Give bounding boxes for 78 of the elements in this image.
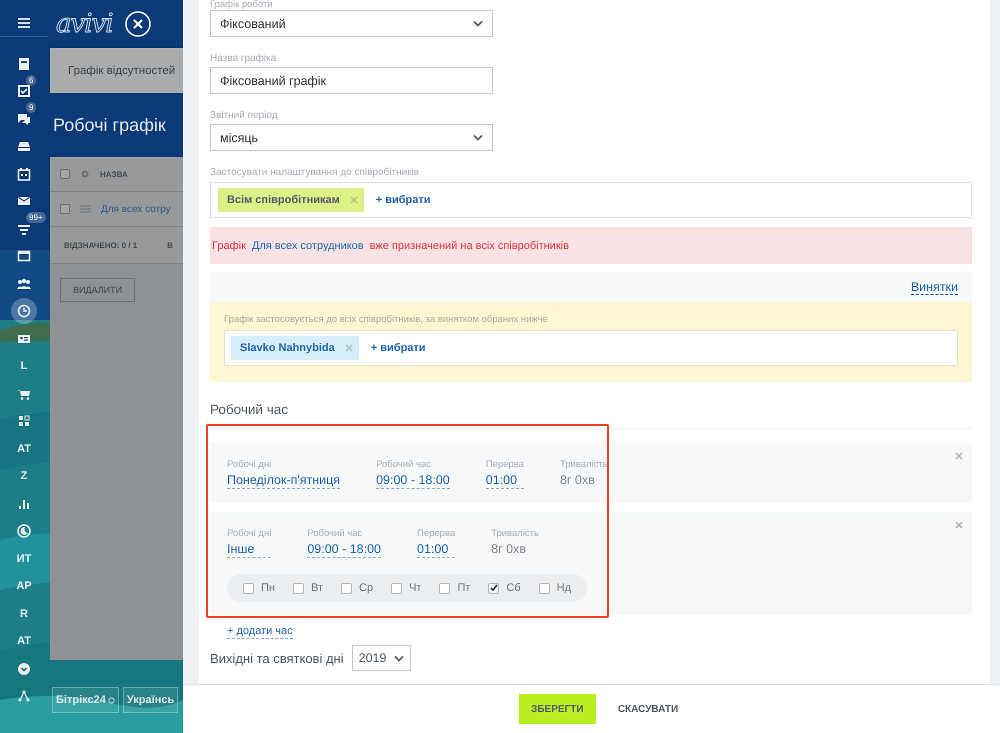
checkbox[interactable] xyxy=(488,582,500,594)
alert-text: вже призначений на всіх співробітників xyxy=(370,240,569,252)
sidebar-item[interactable]: R xyxy=(18,604,30,623)
add-link[interactable]: + вибрати xyxy=(370,342,426,354)
field-label: Звітний період xyxy=(210,110,279,122)
weekday-label: Ср xyxy=(359,582,374,594)
checkbox[interactable] xyxy=(439,582,450,594)
schedule-link[interactable]: Для всех сотрудников xyxy=(252,240,364,252)
value-link[interactable]: 09:00 - 18:00 xyxy=(376,473,450,489)
exceptions-tab[interactable]: Винятки xyxy=(910,280,958,294)
column-header: НАЗВА xyxy=(100,170,128,178)
weekday-label: Вт xyxy=(310,582,323,594)
weekday-label: Пт xyxy=(457,582,470,594)
sidebar-item[interactable]: Z xyxy=(18,467,30,486)
field-label: Робочі дні xyxy=(227,528,272,539)
checkbox[interactable] xyxy=(341,582,352,594)
field-label: Робочий час xyxy=(307,528,364,539)
value-link[interactable]: Понеділок-п'ятниця xyxy=(227,473,340,489)
weekday-label: Пн xyxy=(261,582,275,594)
page-title: Робочі графік xyxy=(52,114,167,137)
checkbox[interactable] xyxy=(243,582,254,594)
weekday-label: Сб xyxy=(506,582,521,594)
year-select[interactable]: 2019 xyxy=(352,645,412,671)
section-title: Вихідні та святкові дні xyxy=(210,650,344,666)
select-field[interactable]: Фіксований xyxy=(210,10,493,37)
save-button[interactable]: ЗБЕРЕГТИ xyxy=(518,694,596,724)
field-label: Робочі дні xyxy=(227,459,272,470)
weekday-label: Нд xyxy=(556,582,572,594)
field-label: Перерва xyxy=(486,459,524,470)
alert-text: Графік xyxy=(212,240,246,252)
tag-field[interactable]: Всім співробітникам + вибрати xyxy=(210,182,972,218)
sidebar-item[interactable]: AT xyxy=(15,440,33,458)
count-badge: 99+ xyxy=(26,212,46,223)
language-button[interactable]: Українсь xyxy=(122,687,178,713)
value-link[interactable]: Інше xyxy=(227,542,272,558)
add-link[interactable]: + вибрати xyxy=(376,194,431,206)
selected-count: ВІДЗНАЧЕНО: 0 / 1 xyxy=(64,240,138,250)
checkbox[interactable] xyxy=(391,582,402,594)
sidebar-item[interactable]: L xyxy=(18,357,30,376)
duration-value: 8г 0хв xyxy=(560,473,596,487)
field-label: Робочий час xyxy=(376,459,432,470)
field-label: Назва графіка xyxy=(210,53,278,65)
footer-text: В xyxy=(167,240,173,250)
sidebar-item[interactable]: AP xyxy=(14,577,34,596)
tag-field[interactable]: Slavko Nahnybida + вибрати xyxy=(224,330,958,366)
chevron-down-icon xyxy=(394,654,404,662)
section-title: Робочий час xyxy=(210,402,972,429)
sidebar-item[interactable]: AT xyxy=(15,632,33,650)
checkbox[interactable] xyxy=(60,204,70,214)
employee-tag[interactable]: Slavko Nahnybida xyxy=(231,336,359,360)
employee-tag[interactable]: Всім співробітникам xyxy=(218,188,364,212)
count-badge: 9 xyxy=(26,102,36,113)
checkbox[interactable] xyxy=(60,169,70,179)
select-field[interactable]: місяць xyxy=(210,124,493,151)
chevron-down-icon xyxy=(473,20,483,27)
logo: avivi xyxy=(56,9,113,39)
cancel-button[interactable]: СКАСУВАТИ xyxy=(612,702,684,716)
checkbox[interactable] xyxy=(538,582,550,594)
delete-button[interactable]: ВИДАЛИТИ xyxy=(60,278,136,302)
count-badge: 6 xyxy=(26,74,36,86)
checkbox[interactable] xyxy=(292,582,304,594)
sidebar-item[interactable]: ИТ xyxy=(14,550,34,568)
field-label: Застосувати налаштування до співробітників xyxy=(210,167,420,179)
input-field[interactable]: Фіксований графік xyxy=(210,67,493,94)
field-label: Перерва xyxy=(417,528,456,539)
duration-value: 8г 0хв xyxy=(491,542,528,556)
page-tab[interactable]: Графік відсутностей xyxy=(50,48,183,93)
add-time-link[interactable]: + додати час xyxy=(227,624,293,639)
chevron-down-icon xyxy=(473,134,483,141)
field-label: Тривалість xyxy=(491,528,539,539)
value-link[interactable]: 01:00 xyxy=(417,542,456,558)
hint-text: Графік застосовується до всіх співробітників, за винятком обраних нижче xyxy=(224,314,549,325)
value-link[interactable]: 01:00 xyxy=(486,473,524,489)
drag-handle-icon[interactable] xyxy=(80,205,91,213)
field-label: Графік роботи xyxy=(210,0,274,10)
value-link[interactable]: 09:00 - 18:00 xyxy=(307,542,381,558)
weekday-label: Чт xyxy=(409,582,422,594)
field-label: Тривалість xyxy=(560,459,608,470)
